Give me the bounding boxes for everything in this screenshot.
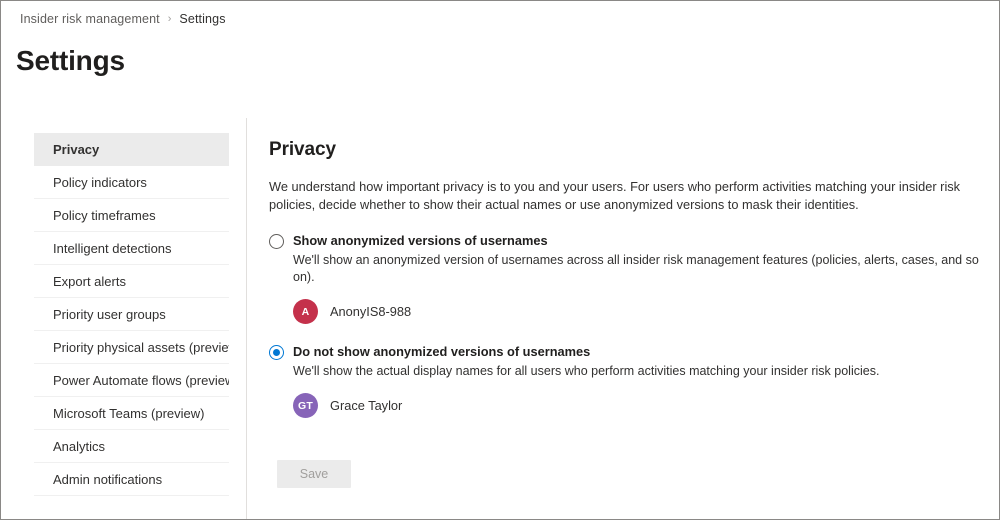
option-sublabel-show-anonymized: We'll show an anonymized version of user… [293, 253, 979, 284]
sidebar-item-policy-indicators[interactable]: Policy indicators [34, 166, 229, 199]
sidebar-item-analytics[interactable]: Analytics [34, 430, 229, 463]
radio-row-show-anonymized[interactable]: Show anonymized versions of usernames We… [269, 233, 985, 286]
sidebar-item-policy-timeframes[interactable]: Policy timeframes [34, 199, 229, 232]
page-title: Settings [16, 45, 125, 76]
breadcrumb-item-settings[interactable]: Settings [179, 12, 225, 26]
option-sublabel-do-not-show-anonymized: We'll show the actual display names for … [293, 364, 880, 378]
section-description: We understand how important privacy is t… [269, 179, 961, 212]
sidebar-item-intelligent-detections[interactable]: Intelligent detections [34, 232, 229, 265]
option-label-show-anonymized: Show anonymized versions of usernames [293, 233, 548, 248]
privacy-detail-content: Privacy We understand how important priv… [269, 139, 985, 488]
avatar: A [293, 299, 318, 324]
settings-nav-list: Privacy Policy indicators Policy timefra… [34, 133, 229, 496]
option-text-group: Show anonymized versions of usernames We… [293, 233, 985, 286]
option-show-anonymized: Show anonymized versions of usernames We… [269, 233, 985, 324]
persona-name: Grace Taylor [330, 398, 403, 413]
sidebar-item-admin-notifications[interactable]: Admin notifications [34, 463, 229, 496]
option-text-group: Do not show anonymized versions of usern… [293, 344, 985, 380]
persona-anonymized: A AnonyIS8-988 [293, 299, 985, 324]
sidebar-item-priority-user-groups[interactable]: Priority user groups [34, 298, 229, 331]
option-do-not-show-anonymized: Do not show anonymized versions of usern… [269, 344, 985, 418]
radio-do-not-show-anonymized[interactable] [269, 345, 284, 360]
sidebar-item-export-alerts[interactable]: Export alerts [34, 265, 229, 298]
breadcrumb-item-insider-risk-management[interactable]: Insider risk management [20, 12, 160, 26]
breadcrumb: Insider risk management › Settings [20, 12, 226, 26]
persona-name: AnonyIS8-988 [330, 304, 412, 319]
sidebar-item-microsoft-teams[interactable]: Microsoft Teams (preview) [34, 397, 229, 430]
radio-row-do-not-show-anonymized[interactable]: Do not show anonymized versions of usern… [269, 344, 985, 380]
sidebar-item-priority-physical-assets[interactable]: Priority physical assets (preview) [34, 331, 229, 364]
option-label-do-not-show-anonymized: Do not show anonymized versions of usern… [293, 344, 591, 359]
section-title: Privacy [269, 139, 336, 160]
settings-sidebar: Privacy Policy indicators Policy timefra… [1, 118, 246, 519]
chevron-right-icon: › [167, 12, 172, 25]
save-button[interactable]: Save [277, 460, 351, 488]
persona-actual-name: GT Grace Taylor [293, 393, 985, 418]
avatar: GT [293, 393, 318, 418]
radio-show-anonymized[interactable] [269, 234, 284, 249]
sidebar-item-privacy[interactable]: Privacy [34, 133, 229, 166]
sidebar-item-power-automate-flows[interactable]: Power Automate flows (preview) [34, 364, 229, 397]
privacy-detail-panel: Privacy We understand how important priv… [247, 118, 999, 519]
settings-page: Insider risk management › Settings Setti… [0, 0, 1000, 520]
settings-body: Privacy Policy indicators Policy timefra… [1, 118, 999, 519]
